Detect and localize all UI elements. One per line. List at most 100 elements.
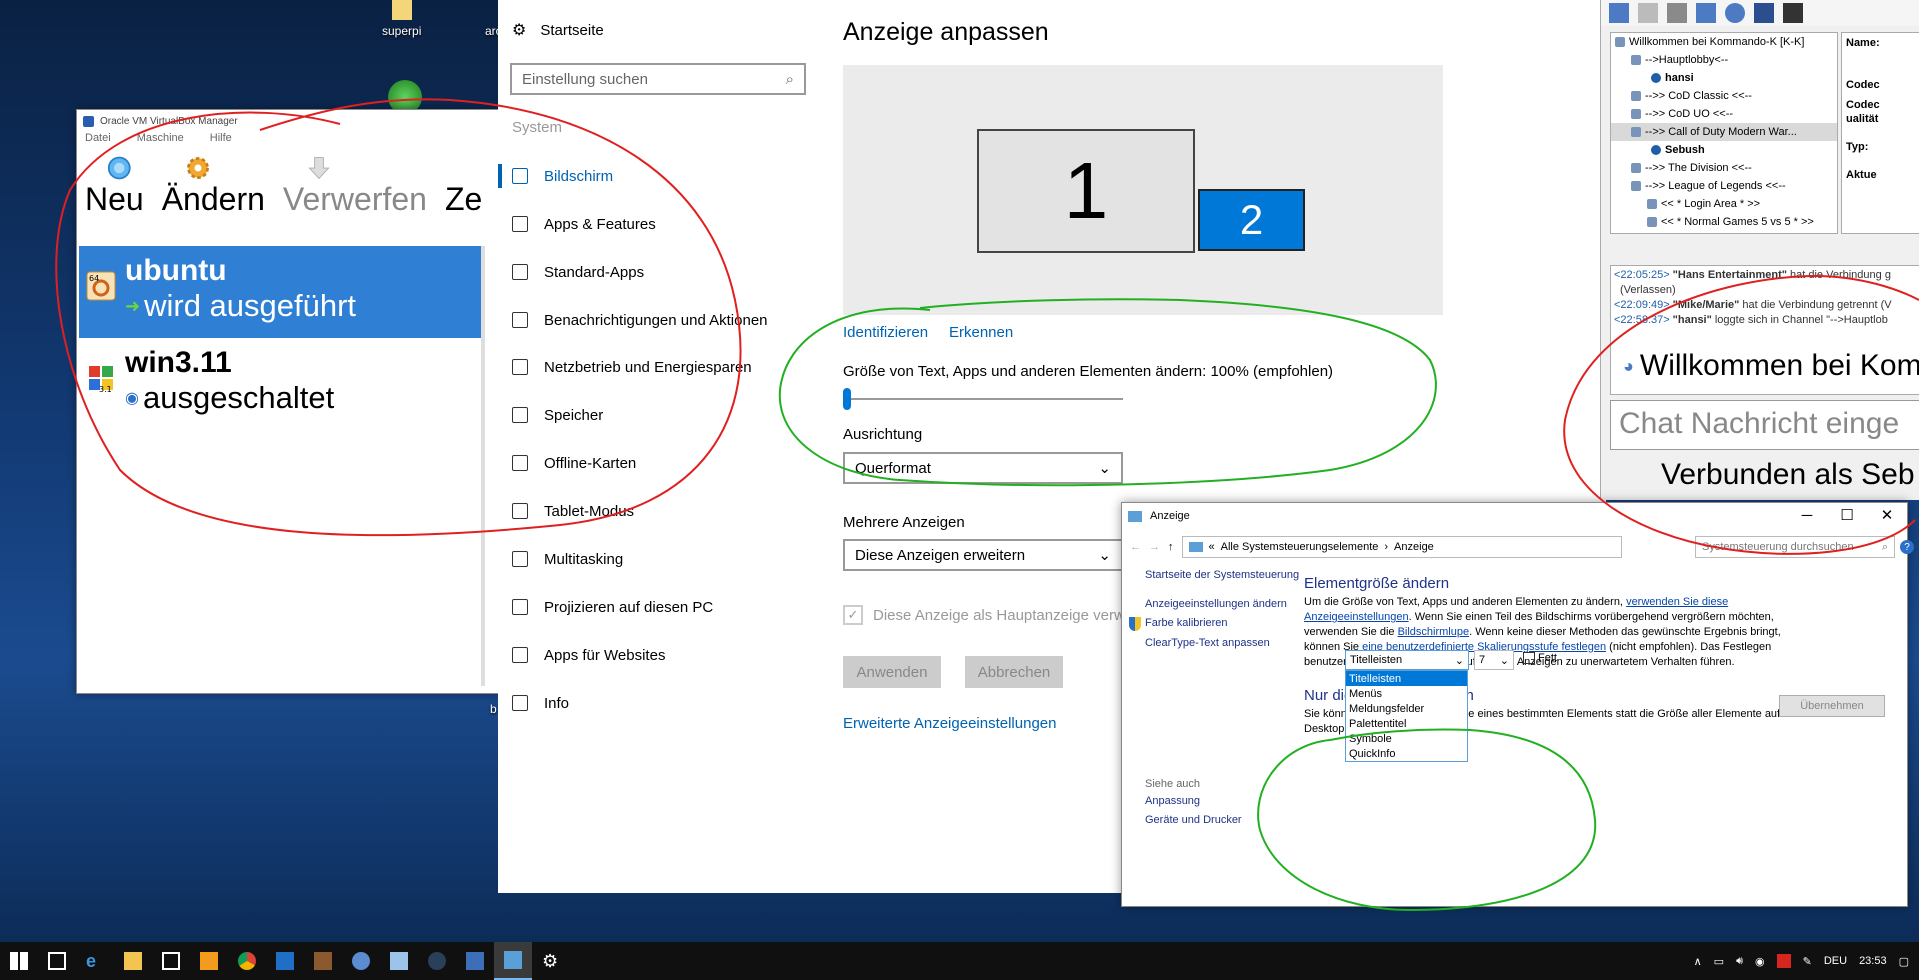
taskbar-explorer[interactable] [114, 942, 152, 980]
ts-channel-row[interactable]: << * Normal Games 5 vs 5 * >> [1611, 213, 1837, 231]
cancel-button[interactable]: Abbrechen [965, 656, 1063, 688]
taskbar-media[interactable] [190, 942, 228, 980]
element-option[interactable]: Palettentitel [1346, 716, 1467, 731]
use-display-settings-link[interactable]: verwenden Sie diese [1626, 596, 1728, 608]
nav-item-speicher[interactable]: Speicher [512, 403, 603, 427]
connect-icon[interactable] [1609, 3, 1629, 23]
monitor-2[interactable]: 2 [1198, 189, 1305, 251]
new-vm-button[interactable]: Neu [85, 148, 162, 218]
close-icon[interactable]: ✕ [1867, 503, 1907, 527]
nav-item-standard-apps[interactable]: Standard-Apps [512, 260, 644, 284]
element-option[interactable]: Symbole [1346, 731, 1467, 746]
notification-center-icon[interactable]: ▢ [1899, 955, 1909, 968]
task-view-button[interactable] [38, 942, 76, 980]
nav-item-tablet-modus[interactable]: Tablet-Modus [512, 499, 634, 523]
taskbar-teamspeak[interactable] [342, 942, 380, 980]
font-size-dropdown[interactable]: 7 ⌄ [1474, 650, 1514, 670]
taskbar-chrome[interactable] [228, 942, 266, 980]
ts-channel-row[interactable]: Willkommen bei Kommando-K [K-K] [1611, 33, 1837, 51]
cp-search-input[interactable]: Systemsteuerung durchsuchen ⌕ [1695, 536, 1895, 558]
network-icon[interactable]: ▭ [1714, 955, 1724, 968]
nav-item-offline-karten[interactable]: Offline-Karten [512, 451, 636, 475]
nav-item-multitasking[interactable]: Multitasking [512, 547, 623, 571]
ts-user-row[interactable]: Sebush [1611, 141, 1837, 159]
nav-item-benachrichtigungen-und-aktionen[interactable]: Benachrichtigungen und Aktionen [512, 308, 768, 332]
personalization-link[interactable]: Anpassung [1145, 795, 1200, 807]
apply-button[interactable]: Anwenden [843, 656, 941, 688]
volume-icon[interactable]: 🔊︎ [1736, 955, 1743, 968]
ts-channel-row[interactable]: -->> CoD UO <<-- [1611, 105, 1837, 123]
element-option[interactable]: Titelleisten [1346, 671, 1467, 686]
taskbar-app-shield[interactable] [266, 942, 304, 980]
desktop-icon-superpi[interactable]: superpi [382, 0, 421, 38]
taskbar-edge[interactable]: e [76, 942, 114, 980]
vm-item-ubuntu[interactable]: 64 ubuntu ➜ wird ausgeführt [79, 246, 481, 338]
input-language[interactable]: DEU [1824, 955, 1847, 967]
discard-vm-button[interactable]: Verwerfen [283, 148, 445, 218]
vm-item-win311[interactable]: 3.1 win3.11 ◉ ausgeschaltet [79, 338, 481, 430]
devices-printers-link[interactable]: Geräte und Drucker [1145, 814, 1242, 826]
taskbar-steam[interactable] [418, 942, 456, 980]
mute-microphone-icon[interactable] [1667, 3, 1687, 23]
forward-arrow-icon[interactable]: → [1149, 541, 1160, 553]
nav-item-apps-features[interactable]: Apps & Features [512, 212, 656, 236]
settings-search-input[interactable]: Einstellung suchen ⌕ [510, 63, 806, 95]
start-button[interactable] [0, 942, 38, 980]
taskbar-network-tool[interactable] [380, 942, 418, 980]
element-option[interactable]: Menüs [1346, 686, 1467, 701]
away-icon[interactable] [1638, 3, 1658, 23]
nav-item-info[interactable]: Info [512, 691, 569, 715]
element-option[interactable]: Meldungsfelder [1346, 701, 1467, 716]
ts-channel-row[interactable]: -->Hauptlobby<-- [1611, 51, 1837, 69]
multi-display-dropdown[interactable]: Diese Anzeigen erweitern ⌄ [843, 539, 1123, 571]
magnifier-link[interactable]: Bildschirmlupe [1398, 626, 1470, 638]
menu-datei[interactable]: Datei [85, 132, 111, 148]
taskbar-store[interactable] [152, 942, 190, 980]
element-option[interactable]: QuickInfo [1346, 746, 1467, 761]
detect-link[interactable]: Erkennen [949, 324, 1013, 341]
main-display-checkbox[interactable]: ✓ Diese Anzeige als Hauptanzeige verwe [843, 605, 1133, 625]
taskbar-settings[interactable]: ⚙ [532, 942, 570, 980]
cp-apply-button[interactable]: Übernehmen [1779, 695, 1885, 717]
nav-item-apps-für-websites[interactable]: Apps für Websites [512, 643, 665, 667]
cp-cleartype-link[interactable]: ClearType-Text anpassen [1145, 637, 1270, 649]
scale-slider[interactable] [843, 388, 1123, 410]
desktop-icon-b[interactable]: b [490, 702, 497, 716]
contacts-icon[interactable] [1754, 3, 1774, 23]
ts-channel-row[interactable]: << * Login Area * >> [1611, 195, 1837, 213]
clock[interactable]: 23:53 [1859, 955, 1887, 967]
ts-channel-row[interactable]: -->> The Division <<-- [1611, 159, 1837, 177]
pen-icon[interactable]: ✎ [1803, 955, 1812, 968]
monitor-1[interactable]: 1 [977, 129, 1195, 253]
bold-checkbox[interactable]: Fett [1523, 652, 1557, 664]
help-icon[interactable]: ? [1900, 540, 1914, 554]
tray-app-red-icon[interactable] [1776, 954, 1791, 968]
cp-home-link[interactable]: Startseite der Systemsteuerung [1145, 569, 1299, 581]
advanced-display-link[interactable]: Erweiterte Anzeigeeinstellungen [843, 715, 1056, 732]
ts-channel-row[interactable]: -->> Call of Duty Modern War... [1611, 123, 1837, 141]
chevron-up-icon[interactable]: ∧ [1694, 955, 1702, 968]
change-vm-button[interactable]: Ändern [162, 148, 283, 218]
ts-channel-row[interactable]: -->> CoD Classic <<-- [1611, 87, 1837, 105]
vbox-titlebar[interactable]: Oracle VM VirtualBox Manager [77, 110, 505, 132]
breadcrumb-leaf[interactable]: Anzeige [1394, 541, 1434, 553]
nav-item-netzbetrieb-und-energiesparen[interactable]: Netzbetrieb und Energiesparen [512, 355, 752, 379]
steam-tray-icon[interactable]: ◉ [1755, 955, 1765, 968]
cp-display-settings-link[interactable]: Anzeigeeinstellungen ändern [1145, 598, 1287, 610]
ts-chat-input[interactable]: Chat Nachricht einge [1610, 400, 1919, 450]
taskbar-app-box[interactable] [304, 942, 342, 980]
slider-thumb[interactable] [843, 388, 851, 410]
menu-maschine[interactable]: Maschine [137, 132, 184, 148]
ts-channel-row[interactable]: -->> League of Legends <<-- [1611, 177, 1837, 195]
menu-hilfe[interactable]: Hilfe [210, 132, 232, 148]
cp-path-box[interactable]: « Alle Systemsteuerungselemente › Anzeig… [1181, 536, 1622, 558]
cp-calibrate-color-link[interactable]: Farbe kalibrieren [1145, 617, 1228, 629]
chat-icon[interactable] [1725, 3, 1745, 23]
whisper-icon[interactable] [1783, 3, 1803, 23]
element-type-dropdown[interactable]: Titelleisten ⌄ [1345, 650, 1469, 670]
ts-user-row[interactable]: hansi [1611, 69, 1837, 87]
settings-home-link[interactable]: ⚙ Startseite [512, 20, 604, 40]
mute-speaker-icon[interactable] [1696, 3, 1716, 23]
nav-item-bildschirm[interactable]: Bildschirm [497, 164, 613, 188]
breadcrumb-root[interactable]: Alle Systemsteuerungselemente [1221, 541, 1379, 553]
